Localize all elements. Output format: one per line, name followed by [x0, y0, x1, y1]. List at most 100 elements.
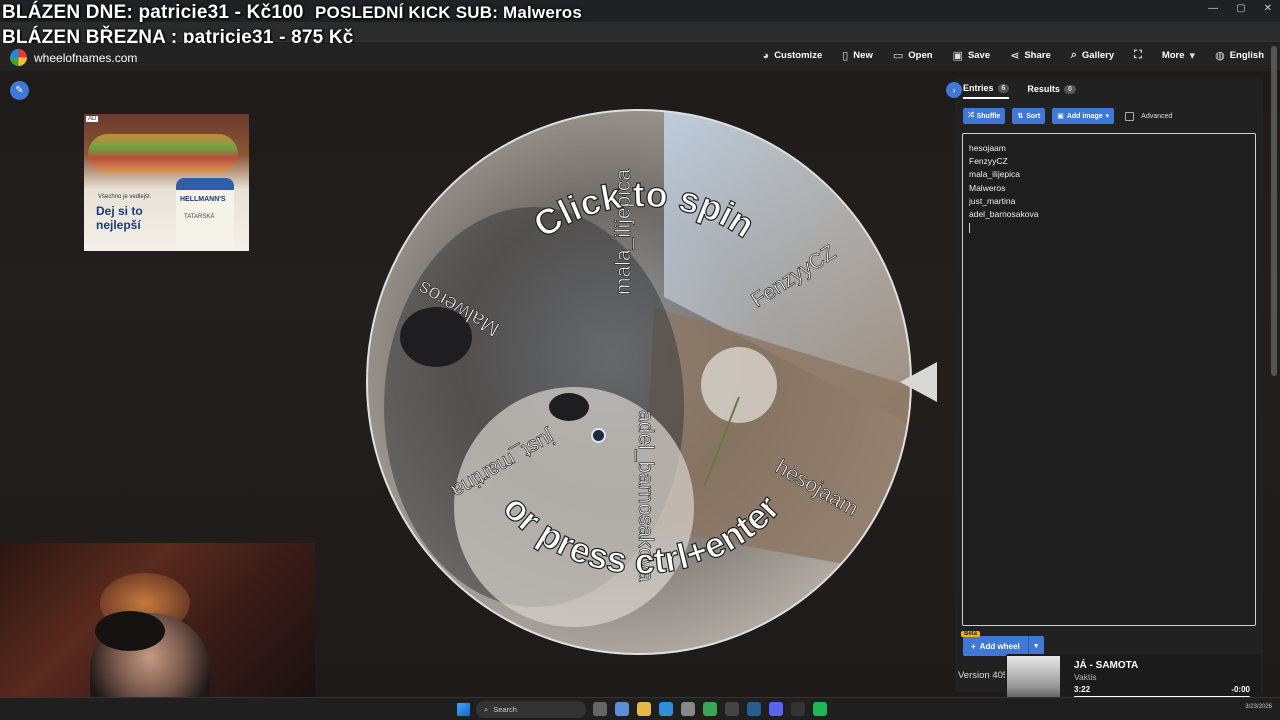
- caret-down-icon: ▼: [1032, 642, 1040, 650]
- entry-line: hesojaam: [969, 143, 1006, 153]
- folder-icon: ▭: [892, 50, 904, 62]
- entry-line: just_martina: [969, 195, 1016, 206]
- pencil-icon: ✎: [15, 85, 24, 96]
- gallery-button[interactable]: ⌕ Gallery: [1071, 49, 1114, 62]
- discord-icon[interactable]: [769, 702, 783, 716]
- taskbar-apps: [593, 702, 827, 716]
- panel-tabs: Entries 6 Results 0: [963, 83, 1076, 99]
- close-icon[interactable]: ✕: [1264, 3, 1272, 14]
- taskbar-clock[interactable]: 3/23/2026: [1245, 704, 1272, 710]
- more-button[interactable]: More ▾: [1162, 49, 1195, 62]
- entry-line: mala_ilijepica: [969, 169, 1021, 180]
- share-icon: ⋖: [1010, 50, 1020, 62]
- add-image-label: Add image: [1066, 112, 1103, 120]
- ad-product-jar: HELLMANN'S TATARSKÁ: [176, 178, 234, 251]
- customize-button[interactable]: ◕ Customize: [763, 50, 823, 62]
- globe-icon: ◍: [1215, 50, 1225, 62]
- maximize-icon[interactable]: ▢: [1236, 3, 1245, 14]
- tab-results-label: Results: [1027, 84, 1060, 94]
- share-label: Share: [1024, 50, 1051, 61]
- results-count-badge: 0: [1063, 84, 1076, 94]
- wheel-pointer-icon: [900, 362, 937, 402]
- site-name[interactable]: wheelofnames.com: [34, 51, 137, 65]
- tab-entries[interactable]: Entries 6: [963, 83, 1010, 99]
- search-icon: ⌕: [484, 704, 489, 714]
- shuffle-icon: ⤮: [968, 112, 974, 119]
- webcam-feed: [0, 543, 315, 720]
- taskbar-date: 3/23/2026: [1245, 704, 1272, 710]
- app-icon[interactable]: [725, 702, 739, 716]
- ad-small-text: Všechno je vedlejší.: [98, 194, 152, 200]
- tab-results[interactable]: Results 0: [1027, 83, 1076, 99]
- file-icon: ▯: [842, 50, 849, 62]
- overlay-last-kick-sub: POSLEDNÍ KICK SUB: Malweros: [315, 3, 583, 22]
- entries-count-badge: 6: [997, 83, 1010, 93]
- main-nav: ◕ Customize ▯ New ▭ Open ▣ Save ⋖ Share ⌕ Gall…: [763, 49, 1264, 62]
- save-button[interactable]: ▣ Save: [953, 49, 991, 62]
- ad-tag: AD: [86, 116, 99, 122]
- ad-sandwich-image: [88, 134, 238, 174]
- entry-line: Malweros: [969, 182, 1006, 193]
- search-icon: ⌕: [1070, 49, 1077, 61]
- add-wheel-dropdown-button[interactable]: ▼: [1027, 636, 1044, 656]
- ad-brand: HELLMANN'S: [180, 196, 226, 203]
- image-icon: ▣: [1057, 113, 1064, 120]
- edit-pencil-button[interactable]: ✎: [10, 81, 29, 100]
- track-remaining: -0:00: [1231, 685, 1250, 694]
- collapse-panel-button[interactable]: ›: [946, 82, 962, 98]
- fullscreen-button[interactable]: ⛶: [1134, 49, 1142, 62]
- copilot-icon[interactable]: [615, 702, 629, 716]
- palette-icon: ◕: [762, 49, 770, 62]
- edge-icon[interactable]: [659, 702, 673, 716]
- track-elapsed: 3:22: [1074, 685, 1091, 694]
- beta-badge: Beta: [961, 631, 981, 637]
- obs-icon[interactable]: [791, 702, 805, 716]
- wheel[interactable]: hesojaam FenzyyCZ mala_ilijepica Malwero…: [364, 107, 914, 658]
- screen: — ▢ ✕ ⌕ ☆ ⋮ BLÁZEN DNE: patricie31 - Kč1…: [0, 0, 1280, 720]
- caret-down-icon: ▾: [1105, 113, 1110, 120]
- new-label: New: [853, 50, 873, 61]
- minimize-icon[interactable]: —: [1208, 3, 1218, 14]
- track-title: JÁ - SAMOTA: [1074, 660, 1139, 671]
- add-image-button[interactable]: ▣ Add image ▾: [1052, 108, 1115, 124]
- customize-label: Customize: [774, 50, 823, 61]
- language-button[interactable]: ◍ English: [1215, 49, 1264, 62]
- shuffle-label: Shuffle: [976, 112, 1001, 120]
- advanced-label: Advanced: [1141, 112, 1173, 120]
- steam-icon[interactable]: [747, 702, 761, 716]
- share-button[interactable]: ⋖ Share: [1010, 49, 1051, 62]
- sort-icon: ⇅: [1017, 113, 1024, 120]
- file-explorer-icon[interactable]: [637, 702, 651, 716]
- open-button[interactable]: ▭ Open: [893, 49, 933, 62]
- ad-product: TATARSKÁ: [184, 214, 215, 220]
- entries-toolbar: ⤮ Shuffle ⇅ Sort ▣ Add image ▾ Advanced: [963, 108, 1172, 124]
- task-view-icon[interactable]: [593, 702, 607, 716]
- chrome-icon[interactable]: [703, 702, 717, 716]
- entry-line: FenzyyCZ: [969, 156, 1008, 167]
- chevron-right-icon: ›: [952, 85, 956, 95]
- sort-button[interactable]: ⇅ Sort: [1012, 108, 1046, 124]
- store-icon[interactable]: [681, 702, 695, 716]
- entries-textarea[interactable]: hesojaam FenzyyCZ mala_ilijepica Malwero…: [962, 133, 1256, 626]
- advertisement[interactable]: AD Všechno je vedlejší. Dej si to nejlep…: [84, 114, 249, 251]
- wheel-center-icon[interactable]: [591, 428, 606, 443]
- taskbar-search-label: Search: [493, 705, 517, 714]
- shuffle-button[interactable]: ⤮ Shuffle: [963, 108, 1006, 124]
- add-wheel-group: + Add wheel ▼: [963, 636, 1044, 656]
- save-icon: ▣: [952, 50, 963, 62]
- advanced-checkbox[interactable]: [1125, 111, 1135, 121]
- version-label: Version 405: [958, 670, 1009, 681]
- new-button[interactable]: ▯ New: [842, 49, 873, 62]
- taskbar-search[interactable]: ⌕ Search: [476, 701, 586, 718]
- sort-label: Sort: [1026, 112, 1041, 120]
- webcam-headphones: [95, 611, 165, 651]
- add-wheel-button[interactable]: + Add wheel: [963, 636, 1028, 656]
- site-logo-icon[interactable]: [10, 49, 27, 66]
- page-scrollbar[interactable]: [1271, 46, 1277, 376]
- language-label: English: [1229, 50, 1264, 61]
- spotify-icon[interactable]: [813, 702, 827, 716]
- entry-line: adel_barnosakova: [969, 208, 1039, 219]
- plus-icon: +: [971, 641, 976, 651]
- windows-start-icon[interactable]: [457, 703, 470, 716]
- fullscreen-icon: ⛶: [1134, 49, 1142, 61]
